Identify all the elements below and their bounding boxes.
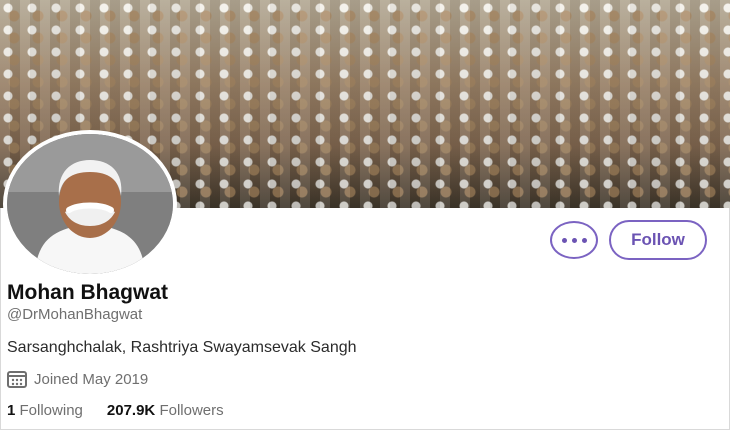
following-label: Following (19, 402, 83, 419)
followers-label: Followers (159, 402, 224, 419)
more-icon (561, 237, 587, 243)
avatar[interactable] (3, 130, 177, 278)
calendar-icon (7, 371, 27, 388)
profile-bio: Sarsanghchalak, Rashtriya Swayamsevak Sa… (7, 339, 357, 356)
joined-date: Joined May 2019 (7, 370, 148, 388)
follow-button[interactable]: Follow (609, 220, 707, 260)
more-options-button[interactable] (550, 221, 598, 259)
profile-name: Mohan Bhagwat (7, 281, 168, 304)
profile-handle: @DrMohanBhagwat (7, 306, 143, 323)
followers-count: 207.9K (106, 402, 156, 419)
following-count: 1 (7, 402, 16, 419)
following-link[interactable]: 1 Following (7, 402, 83, 419)
followers-link[interactable]: 207.9K Followers (107, 402, 224, 419)
profile-stats: 1 Following 207.9K Followers (7, 402, 224, 419)
joined-label: Joined May 2019 (34, 370, 149, 388)
